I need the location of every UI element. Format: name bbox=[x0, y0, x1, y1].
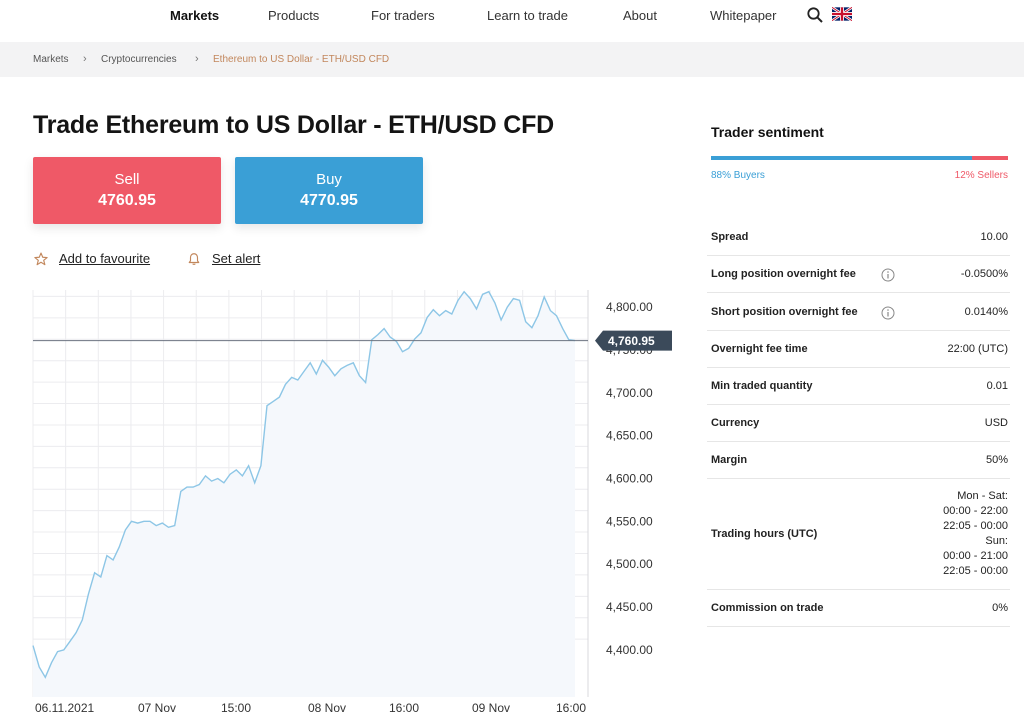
info-value: 0.01 bbox=[986, 379, 1008, 392]
info-row: Min traded quantity 0.01 bbox=[707, 368, 1010, 405]
y-tick-label: 4,550.00 bbox=[606, 514, 653, 528]
info-value: -0.0500% bbox=[960, 267, 1008, 280]
info-label: Long position overnight fee bbox=[711, 267, 856, 280]
breadcrumb-current: Ethereum to US Dollar - ETH/USD CFD bbox=[213, 54, 390, 65]
info-label: Currency bbox=[711, 416, 760, 429]
y-tick-label: 4,400.00 bbox=[606, 643, 653, 657]
search-icon[interactable] bbox=[806, 6, 824, 24]
top-nav: Markets Products For traders Learn to tr… bbox=[0, 0, 1024, 42]
info-value-line: 22:05 - 00:00 bbox=[943, 520, 1008, 532]
set-alert-link[interactable]: Set alert bbox=[212, 251, 260, 266]
info-value: Mon - Sat: 00:00 - 22:00 22:05 - 00:00 Sun:… bbox=[943, 489, 1008, 579]
star-icon[interactable] bbox=[34, 252, 48, 266]
info-icon[interactable] bbox=[881, 306, 895, 320]
x-tick-label: 07 Nov bbox=[138, 701, 176, 715]
x-tick-label: 09 Nov bbox=[472, 701, 510, 715]
info-value-line: 22:05 - 00:00 bbox=[943, 565, 1008, 577]
y-tick-label: 4,700.00 bbox=[606, 386, 653, 400]
nav-products[interactable]: Products bbox=[268, 8, 319, 23]
page-title: Trade Ethereum to US Dollar - ETH/USD CF… bbox=[33, 111, 555, 139]
info-row: Currency USD bbox=[707, 405, 1010, 442]
nav-learn-to-trade[interactable]: Learn to trade bbox=[487, 8, 568, 23]
info-value: 10.00 bbox=[980, 230, 1008, 243]
buy-price: 4770.95 bbox=[300, 192, 358, 209]
info-row: Commission on trade 0% bbox=[707, 590, 1010, 627]
trader-sentiment-title: Trader sentiment bbox=[711, 124, 824, 140]
info-row: Spread 10.00 bbox=[707, 219, 1010, 256]
breadcrumb-chevron-icon: › bbox=[195, 53, 199, 65]
sentiment-buyers-fill bbox=[711, 156, 973, 160]
info-value-line: 00:00 - 21:00 bbox=[943, 550, 1008, 562]
add-to-favourite-link[interactable]: Add to favourite bbox=[59, 251, 150, 266]
info-value: 22:00 (UTC) bbox=[947, 342, 1008, 355]
buy-label: Buy bbox=[316, 171, 342, 188]
nav-markets[interactable]: Markets bbox=[170, 8, 219, 23]
sell-price: 4760.95 bbox=[98, 192, 156, 209]
sentiment-bar bbox=[711, 156, 1008, 160]
buy-button[interactable]: Buy 4770.95 bbox=[235, 157, 423, 224]
sellers-percent: 12% Sellers bbox=[954, 170, 1008, 181]
uk-flag-icon[interactable] bbox=[832, 7, 852, 21]
info-label: Short position overnight fee bbox=[711, 305, 858, 318]
info-label: Margin bbox=[711, 453, 748, 466]
breadcrumb: Markets › Cryptocurrencies › Ethereum to… bbox=[0, 42, 1024, 77]
nav-whitepaper[interactable]: Whitepaper bbox=[710, 8, 776, 23]
breadcrumb-cryptocurrencies[interactable]: Cryptocurrencies bbox=[101, 54, 177, 65]
y-tick-label: 4,600.00 bbox=[606, 472, 653, 486]
info-value: USD bbox=[984, 416, 1008, 429]
info-value: 0% bbox=[992, 601, 1008, 614]
x-tick-label: 16:00 bbox=[389, 701, 419, 715]
info-label: Overnight fee time bbox=[711, 342, 808, 355]
info-row: Short position overnight fee 0.0140% bbox=[707, 294, 1010, 331]
info-value-line: Mon - Sat: bbox=[957, 490, 1008, 502]
info-row: Long position overnight fee -0.0500% bbox=[707, 256, 1010, 293]
info-label: Commission on trade bbox=[711, 601, 824, 614]
breadcrumb-chevron-icon: › bbox=[83, 53, 87, 65]
breadcrumb-markets[interactable]: Markets bbox=[33, 54, 69, 65]
bell-icon[interactable] bbox=[187, 252, 201, 266]
info-value-line: Sun: bbox=[985, 535, 1008, 547]
x-axis: 06.11.2021 07 Nov 15:00 08 Nov 16:00 09 Nov 16… bbox=[35, 701, 586, 715]
x-tick-label: 16:00 bbox=[556, 701, 586, 715]
sell-button[interactable]: Sell 4760.95 bbox=[33, 157, 221, 224]
price-chart[interactable]: 4,800.004,750.004,700.004,650.004,600.00… bbox=[0, 280, 700, 719]
info-row: Trading hours (UTC) Mon - Sat: 00:00 - 22:… bbox=[707, 479, 1010, 590]
current-price-label: 4,760.95 bbox=[608, 334, 655, 348]
current-price-badge: 4,760.95 bbox=[595, 330, 672, 351]
nav-for-traders[interactable]: For traders bbox=[371, 8, 435, 23]
price-area bbox=[33, 291, 575, 697]
info-row: Margin 50% bbox=[707, 442, 1010, 479]
y-axis: 4,800.004,750.004,700.004,650.004,600.00… bbox=[606, 300, 653, 657]
y-tick-label: 4,500.00 bbox=[606, 557, 653, 571]
info-value: 0.0140% bbox=[964, 305, 1008, 318]
info-label: Spread bbox=[711, 230, 749, 243]
info-label: Trading hours (UTC) bbox=[711, 527, 818, 540]
y-tick-label: 4,650.00 bbox=[606, 429, 653, 443]
info-value-line: 00:00 - 22:00 bbox=[943, 505, 1008, 517]
y-tick-label: 4,450.00 bbox=[606, 600, 653, 614]
info-row: Overnight fee time 22:00 (UTC) bbox=[707, 331, 1010, 368]
y-tick-label: 4,800.00 bbox=[606, 300, 653, 314]
info-icon[interactable] bbox=[881, 268, 895, 282]
x-tick-label: 08 Nov bbox=[308, 701, 346, 715]
buyers-percent: 88% Buyers bbox=[711, 170, 765, 181]
x-tick-label: 15:00 bbox=[221, 701, 251, 715]
sell-label: Sell bbox=[114, 171, 140, 188]
x-tick-label: 06.11.2021 bbox=[35, 701, 94, 715]
nav-about[interactable]: About bbox=[623, 8, 657, 23]
info-value: 50% bbox=[985, 453, 1008, 466]
info-label: Min traded quantity bbox=[711, 379, 813, 392]
